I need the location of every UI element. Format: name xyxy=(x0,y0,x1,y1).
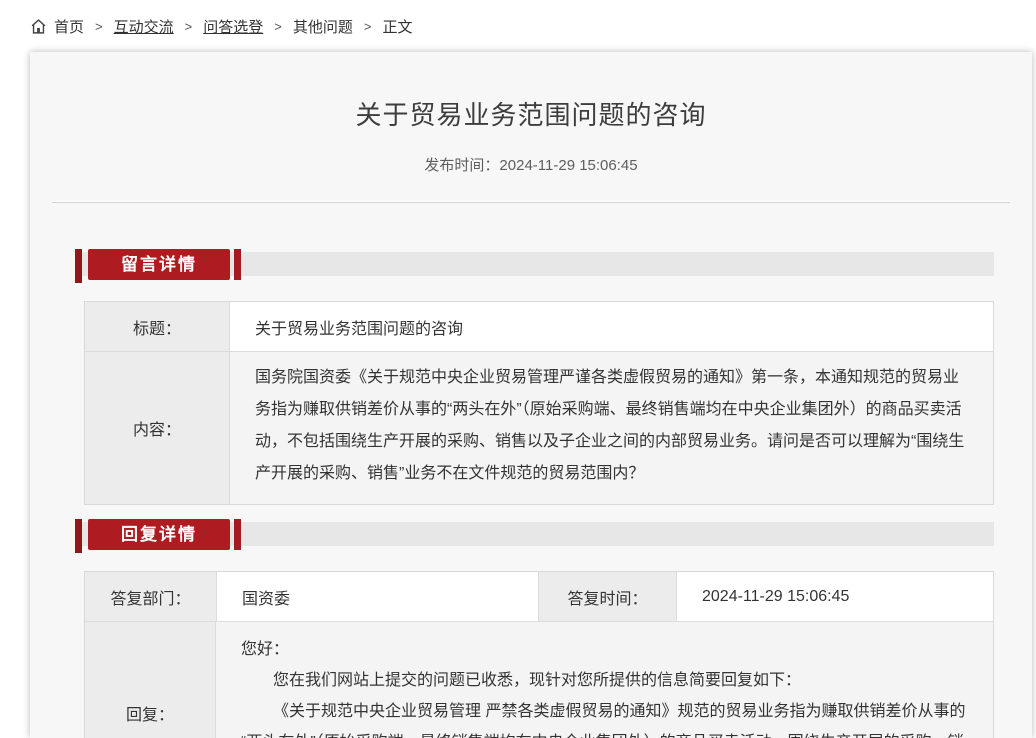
breadcrumb: 首页 > 互动交流 > 问答选登 > 其他问题 > 正文 xyxy=(0,0,1036,52)
reply-time-label: 答复时间： xyxy=(538,572,677,621)
home-icon xyxy=(30,18,47,35)
publish-time: 发布时间：2024-11-29 15:06:45 xyxy=(30,154,1032,175)
reply-details-table: 答复部门： 国资委 答复时间： 2024-11-29 15:06:45 回复： … xyxy=(84,571,994,738)
reply-dept-value: 国资委 xyxy=(216,572,538,621)
breadcrumb-item-interaction[interactable]: 互动交流 xyxy=(114,16,174,37)
table-row: 标题： 关于贸易业务范围问题的咨询 xyxy=(85,302,993,352)
breadcrumb-separator: > xyxy=(364,19,372,34)
reply-paragraph: 《关于规范中央企业贸易管理 严禁各类虚假贸易的通知》规范的贸易业务指为赚取供销差… xyxy=(241,696,969,738)
reply-time-value: 2024-11-29 15:06:45 xyxy=(677,572,993,621)
header-left-bar xyxy=(75,249,82,283)
breadcrumb-item-other[interactable]: 其他问题 xyxy=(293,16,353,37)
breadcrumb-separator: > xyxy=(95,19,103,34)
table-row: 内容： 国务院国资委《关于规范中央企业贸易管理严谨各类虚假贸易的通知》第一条，本… xyxy=(85,352,993,504)
header-right-bar xyxy=(234,519,241,550)
breadcrumb-item-current: 正文 xyxy=(382,16,412,37)
content-card: 关于贸易业务范围问题的咨询 发布时间：2024-11-29 15:06:45 留… xyxy=(30,52,1032,738)
reply-label: 回复： xyxy=(85,622,216,738)
header-right-bar xyxy=(234,249,241,280)
reply-dept-label: 答复部门： xyxy=(85,572,216,621)
publish-time-label: 发布时间： xyxy=(424,157,499,174)
publish-time-value: 2024-11-29 15:06:45 xyxy=(499,157,637,174)
breadcrumb-separator: > xyxy=(185,19,193,34)
table-row: 回复： 您好： 您在我们网站上提交的问题已收悉，现针对您所提供的信息简要回复如下… xyxy=(85,622,993,738)
title-label: 标题： xyxy=(85,302,230,351)
reply-details-badge: 回复详情 xyxy=(88,519,230,550)
message-details-table: 标题： 关于贸易业务范围问题的咨询 内容： 国务院国资委《关于规范中央企业贸易管… xyxy=(84,301,994,505)
breadcrumb-item-qa[interactable]: 问答选登 xyxy=(203,16,263,37)
breadcrumb-item-home[interactable]: 首页 xyxy=(54,16,84,37)
reply-details-header: 回复详情 xyxy=(75,519,994,551)
message-details-header: 留言详情 xyxy=(75,249,994,281)
reply-paragraph: 您在我们网站上提交的问题已收悉，现针对您所提供的信息简要回复如下： xyxy=(241,665,969,696)
reply-paragraph: 您好： xyxy=(241,634,969,665)
table-row: 答复部门： 国资委 答复时间： 2024-11-29 15:06:45 xyxy=(85,572,993,622)
header-left-bar xyxy=(75,519,82,553)
content-value: 国务院国资委《关于规范中央企业贸易管理严谨各类虚假贸易的通知》第一条，本通知规范… xyxy=(230,352,993,504)
breadcrumb-separator: > xyxy=(274,19,282,34)
reply-content: 您好： 您在我们网站上提交的问题已收悉，现针对您所提供的信息简要回复如下： 《关… xyxy=(216,622,993,738)
title-value: 关于贸易业务范围问题的咨询 xyxy=(230,302,993,351)
page-title: 关于贸易业务范围问题的咨询 xyxy=(30,100,1032,130)
content-label: 内容： xyxy=(85,352,230,504)
message-details-badge: 留言详情 xyxy=(88,249,230,280)
divider xyxy=(52,201,1010,203)
